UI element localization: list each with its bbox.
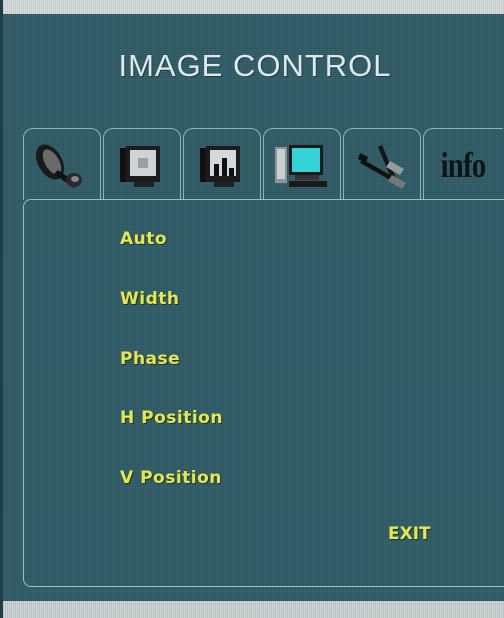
menu-item-phase[interactable]: Phase bbox=[120, 349, 180, 369]
tab-satellite[interactable] bbox=[23, 128, 101, 200]
osd-window: IMAGE CONTROL info Auto Width Phase H Po… bbox=[0, 0, 504, 618]
menu-panel bbox=[23, 199, 504, 587]
tab-color[interactable] bbox=[183, 128, 261, 200]
satellite-dish-icon bbox=[34, 140, 90, 190]
menu-item-h-position[interactable]: H Position bbox=[120, 408, 223, 428]
tab-picture[interactable] bbox=[103, 128, 181, 200]
menu-item-width[interactable]: Width bbox=[120, 289, 179, 309]
tab-image[interactable] bbox=[263, 128, 341, 200]
tools-icon bbox=[354, 139, 410, 191]
menu-item-auto[interactable]: Auto bbox=[120, 229, 167, 249]
menu-item-v-position[interactable]: V Position bbox=[120, 468, 222, 488]
info-icon: info bbox=[441, 144, 487, 185]
tab-bar: info bbox=[23, 128, 504, 202]
computer-display-icon bbox=[273, 139, 331, 191]
page-title: IMAGE CONTROL bbox=[118, 48, 392, 83]
exit-button[interactable]: EXIT bbox=[388, 524, 431, 544]
bottom-strip bbox=[3, 601, 504, 618]
top-strip bbox=[3, 0, 504, 14]
tab-info[interactable]: info bbox=[423, 128, 503, 200]
monitor-screen-icon bbox=[116, 140, 168, 190]
monitor-equalizer-icon bbox=[196, 140, 248, 190]
tab-setup[interactable] bbox=[343, 128, 421, 200]
